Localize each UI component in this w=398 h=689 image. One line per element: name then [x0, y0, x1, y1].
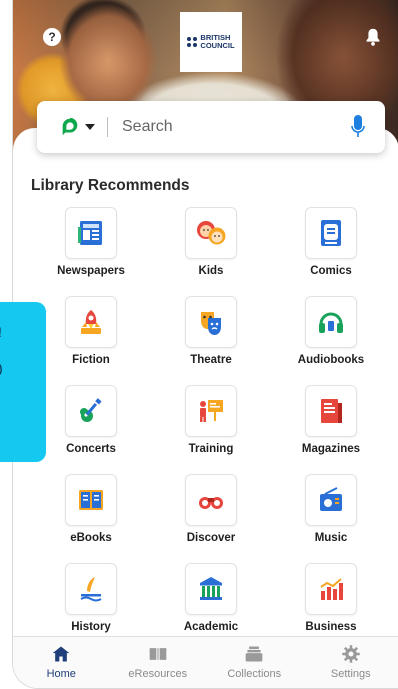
gear-icon — [341, 644, 361, 664]
tile-ebooks[interactable]: eBooks — [31, 474, 151, 563]
magazine-icon — [315, 395, 347, 427]
tile-magazines[interactable]: Magazines — [271, 385, 391, 474]
british-council-logo: BRITISH COUNCIL — [180, 12, 242, 72]
tile-label: History — [71, 621, 111, 633]
tile-label: Discover — [187, 532, 236, 544]
tile-label: Theatre — [190, 354, 232, 366]
library-recommends-heading: Library Recommends — [31, 177, 190, 195]
headphones-icon — [315, 306, 347, 338]
tile-label: Audiobooks — [298, 354, 364, 366]
tile-label: Magazines — [302, 443, 360, 455]
search-divider — [107, 117, 108, 137]
microphone-icon[interactable] — [349, 113, 367, 141]
tile-label: Training — [189, 443, 234, 455]
tab-label: Collections — [227, 668, 281, 680]
tile-kids[interactable]: Kids — [151, 207, 271, 296]
book-open-icon — [148, 644, 168, 664]
tab-label: Home — [47, 668, 76, 680]
logo-text-line2: COUNCIL — [200, 42, 234, 50]
tile-concerts[interactable]: Concerts — [31, 385, 151, 474]
quill-icon — [75, 573, 107, 605]
library-grid: Newspapers Kids Comics — [31, 207, 391, 652]
chevron-down-icon[interactable] — [85, 124, 95, 130]
tile-theatre[interactable]: Theatre — [151, 296, 271, 385]
side-tab-text-line2: ) — [0, 360, 3, 376]
tile-label: Comics — [310, 265, 352, 277]
tab-home[interactable]: Home — [13, 637, 110, 689]
radio-icon — [315, 484, 347, 516]
ebook-icon — [75, 484, 107, 516]
tile-music[interactable]: Music — [271, 474, 391, 563]
tile-label: Concerts — [66, 443, 116, 455]
tab-label: Settings — [331, 668, 371, 680]
tile-fiction[interactable]: Fiction — [31, 296, 151, 385]
tile-label: Kids — [199, 265, 224, 277]
feedback-side-tab[interactable]: ! ) — [0, 302, 46, 462]
stack-icon — [244, 644, 264, 664]
tile-label: eBooks — [70, 532, 112, 544]
search-input[interactable]: Search — [122, 118, 349, 136]
kids-icon — [194, 217, 228, 249]
tile-training[interactable]: Training — [151, 385, 271, 474]
tile-label: Fiction — [72, 354, 110, 366]
search-scope-icon[interactable] — [59, 116, 81, 138]
tile-newspapers[interactable]: Newspapers — [31, 207, 151, 296]
side-tab-text-line1: ! — [0, 324, 2, 340]
bar-chart-icon — [315, 573, 347, 605]
help-icon[interactable]: ? — [43, 28, 61, 46]
tile-label: Business — [305, 621, 356, 633]
theatre-masks-icon — [195, 306, 227, 338]
bell-icon[interactable] — [362, 26, 384, 48]
tab-label: eResources — [128, 668, 187, 680]
app-screen: ? BRITISH COUNCIL Search Library Recomme… — [12, 0, 398, 689]
tile-label: Music — [315, 532, 348, 544]
tile-label: Newspapers — [57, 265, 125, 277]
tile-discover[interactable]: Discover — [151, 474, 271, 563]
tile-label: Academic — [184, 621, 238, 633]
tab-collections[interactable]: Collections — [206, 637, 303, 689]
tile-comics[interactable]: Comics — [271, 207, 391, 296]
tile-audiobooks[interactable]: Audiobooks — [271, 296, 391, 385]
columns-icon — [195, 573, 227, 605]
home-icon — [51, 644, 71, 664]
guitar-icon — [75, 395, 107, 427]
comics-icon — [316, 217, 346, 249]
logo-dots — [187, 37, 197, 47]
presentation-icon — [195, 395, 227, 427]
tab-eresources[interactable]: eResources — [110, 637, 207, 689]
bottom-tab-bar: Home eResources Collections — [13, 636, 398, 689]
tab-settings[interactable]: Settings — [303, 637, 398, 689]
search-bar[interactable]: Search — [37, 101, 385, 153]
newspaper-icon — [75, 217, 107, 249]
binoculars-icon — [195, 484, 227, 516]
rocket-icon — [75, 306, 107, 338]
